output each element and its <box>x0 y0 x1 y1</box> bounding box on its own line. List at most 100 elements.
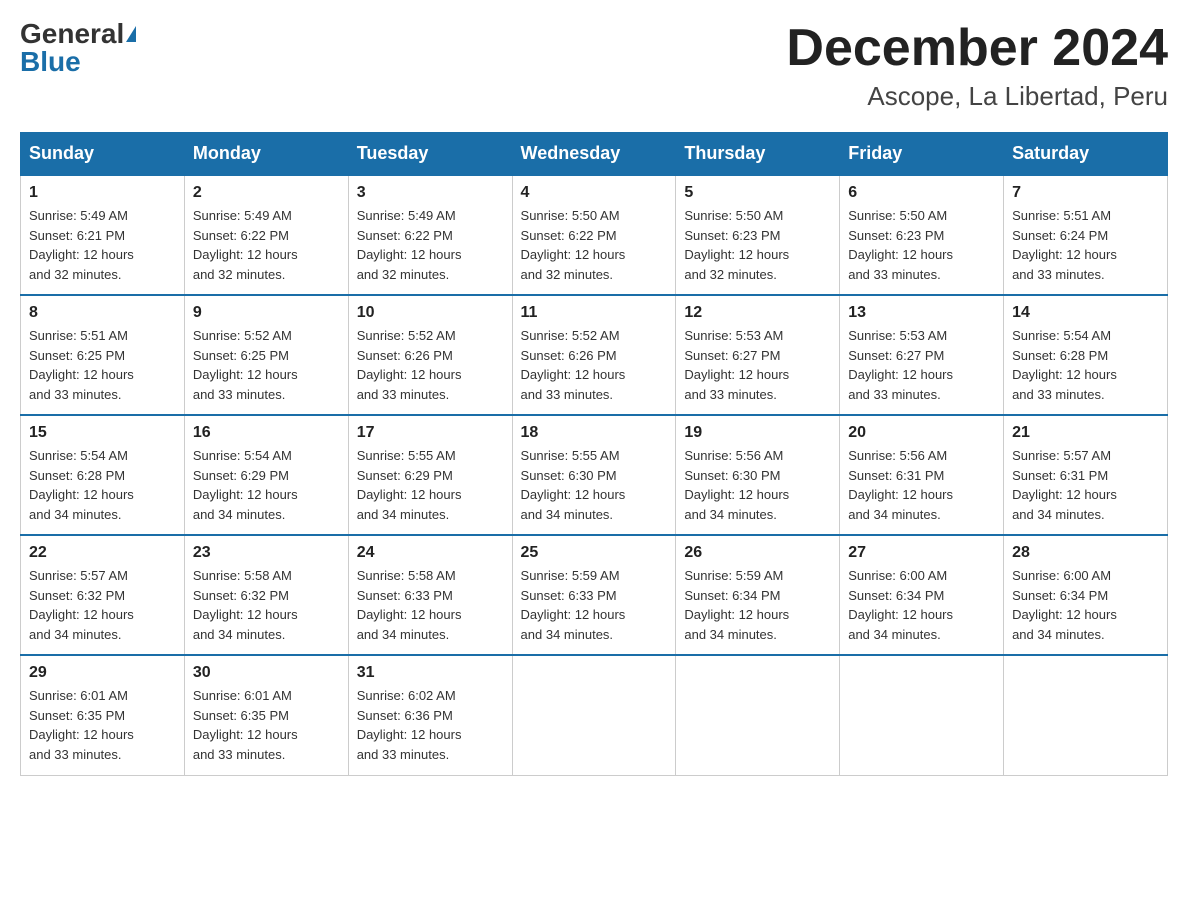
day-info: Sunrise: 6:01 AM Sunset: 6:35 PM Dayligh… <box>193 686 340 764</box>
calendar-cell: 16 Sunrise: 5:54 AM Sunset: 6:29 PM Dayl… <box>184 415 348 535</box>
day-info: Sunrise: 5:51 AM Sunset: 6:24 PM Dayligh… <box>1012 206 1159 284</box>
day-of-week-header: Monday <box>184 133 348 176</box>
day-info: Sunrise: 5:52 AM Sunset: 6:25 PM Dayligh… <box>193 326 340 404</box>
days-of-week-row: SundayMondayTuesdayWednesdayThursdayFrid… <box>21 133 1168 176</box>
day-of-week-header: Saturday <box>1004 133 1168 176</box>
sunset-label: Sunset: 6:25 PM <box>193 348 289 363</box>
calendar-cell: 2 Sunrise: 5:49 AM Sunset: 6:22 PM Dayli… <box>184 175 348 295</box>
calendar-cell <box>1004 655 1168 775</box>
calendar-cell: 14 Sunrise: 5:54 AM Sunset: 6:28 PM Dayl… <box>1004 295 1168 415</box>
day-info: Sunrise: 6:00 AM Sunset: 6:34 PM Dayligh… <box>848 566 995 644</box>
daylight-minutes: and 33 minutes. <box>29 387 122 402</box>
calendar-cell: 25 Sunrise: 5:59 AM Sunset: 6:33 PM Dayl… <box>512 535 676 655</box>
calendar-cell: 3 Sunrise: 5:49 AM Sunset: 6:22 PM Dayli… <box>348 175 512 295</box>
sunrise-label: Sunrise: 5:58 AM <box>357 568 456 583</box>
daylight-label: Daylight: 12 hours <box>848 247 953 262</box>
sunset-label: Sunset: 6:33 PM <box>357 588 453 603</box>
daylight-label: Daylight: 12 hours <box>684 247 789 262</box>
day-number: 15 <box>29 424 176 442</box>
calendar-cell: 9 Sunrise: 5:52 AM Sunset: 6:25 PM Dayli… <box>184 295 348 415</box>
daylight-minutes: and 34 minutes. <box>684 627 777 642</box>
sunset-label: Sunset: 6:34 PM <box>848 588 944 603</box>
sunrise-label: Sunrise: 5:52 AM <box>521 328 620 343</box>
day-info: Sunrise: 5:55 AM Sunset: 6:30 PM Dayligh… <box>521 446 668 524</box>
sunrise-label: Sunrise: 5:49 AM <box>357 208 456 223</box>
sunrise-label: Sunrise: 5:53 AM <box>684 328 783 343</box>
calendar-cell: 27 Sunrise: 6:00 AM Sunset: 6:34 PM Dayl… <box>840 535 1004 655</box>
day-info: Sunrise: 5:49 AM Sunset: 6:22 PM Dayligh… <box>193 206 340 284</box>
sunrise-label: Sunrise: 5:59 AM <box>684 568 783 583</box>
day-number: 8 <box>29 304 176 322</box>
daylight-label: Daylight: 12 hours <box>1012 367 1117 382</box>
title-area: December 2024 Ascope, La Libertad, Peru <box>786 20 1168 112</box>
day-number: 17 <box>357 424 504 442</box>
daylight-label: Daylight: 12 hours <box>29 727 134 742</box>
daylight-minutes: and 32 minutes. <box>521 267 614 282</box>
sunrise-label: Sunrise: 5:50 AM <box>521 208 620 223</box>
calendar-cell <box>840 655 1004 775</box>
sunset-label: Sunset: 6:30 PM <box>684 468 780 483</box>
day-number: 12 <box>684 304 831 322</box>
daylight-label: Daylight: 12 hours <box>193 607 298 622</box>
daylight-label: Daylight: 12 hours <box>1012 487 1117 502</box>
calendar-cell: 12 Sunrise: 5:53 AM Sunset: 6:27 PM Dayl… <box>676 295 840 415</box>
daylight-minutes: and 33 minutes. <box>848 387 941 402</box>
sunset-label: Sunset: 6:32 PM <box>29 588 125 603</box>
logo-triangle-icon <box>126 26 136 42</box>
daylight-label: Daylight: 12 hours <box>193 247 298 262</box>
sunset-label: Sunset: 6:27 PM <box>684 348 780 363</box>
day-number: 24 <box>357 544 504 562</box>
calendar-cell: 20 Sunrise: 5:56 AM Sunset: 6:31 PM Dayl… <box>840 415 1004 535</box>
day-number: 31 <box>357 664 504 682</box>
daylight-label: Daylight: 12 hours <box>1012 607 1117 622</box>
sunset-label: Sunset: 6:31 PM <box>848 468 944 483</box>
daylight-label: Daylight: 12 hours <box>357 247 462 262</box>
daylight-minutes: and 32 minutes. <box>193 267 286 282</box>
day-info: Sunrise: 5:54 AM Sunset: 6:29 PM Dayligh… <box>193 446 340 524</box>
daylight-label: Daylight: 12 hours <box>521 247 626 262</box>
day-number: 23 <box>193 544 340 562</box>
sunset-label: Sunset: 6:23 PM <box>848 228 944 243</box>
logo-general-text: General <box>20 20 124 48</box>
sunset-label: Sunset: 6:35 PM <box>193 708 289 723</box>
sunset-label: Sunset: 6:35 PM <box>29 708 125 723</box>
daylight-label: Daylight: 12 hours <box>684 607 789 622</box>
day-info: Sunrise: 5:50 AM Sunset: 6:23 PM Dayligh… <box>848 206 995 284</box>
sunrise-label: Sunrise: 5:51 AM <box>1012 208 1111 223</box>
sunrise-label: Sunrise: 5:50 AM <box>684 208 783 223</box>
sunrise-label: Sunrise: 5:50 AM <box>848 208 947 223</box>
sunset-label: Sunset: 6:24 PM <box>1012 228 1108 243</box>
day-number: 5 <box>684 184 831 202</box>
calendar-cell: 17 Sunrise: 5:55 AM Sunset: 6:29 PM Dayl… <box>348 415 512 535</box>
day-number: 4 <box>521 184 668 202</box>
sunrise-label: Sunrise: 5:57 AM <box>29 568 128 583</box>
daylight-minutes: and 34 minutes. <box>29 507 122 522</box>
day-number: 29 <box>29 664 176 682</box>
daylight-minutes: and 34 minutes. <box>848 507 941 522</box>
day-of-week-header: Wednesday <box>512 133 676 176</box>
day-info: Sunrise: 5:52 AM Sunset: 6:26 PM Dayligh… <box>357 326 504 404</box>
day-info: Sunrise: 5:52 AM Sunset: 6:26 PM Dayligh… <box>521 326 668 404</box>
calendar-cell: 22 Sunrise: 5:57 AM Sunset: 6:32 PM Dayl… <box>21 535 185 655</box>
day-number: 19 <box>684 424 831 442</box>
sunset-label: Sunset: 6:22 PM <box>357 228 453 243</box>
daylight-minutes: and 32 minutes. <box>29 267 122 282</box>
daylight-label: Daylight: 12 hours <box>357 487 462 502</box>
calendar-cell: 21 Sunrise: 5:57 AM Sunset: 6:31 PM Dayl… <box>1004 415 1168 535</box>
calendar-cell <box>512 655 676 775</box>
daylight-minutes: and 33 minutes. <box>29 747 122 762</box>
daylight-label: Daylight: 12 hours <box>29 367 134 382</box>
daylight-minutes: and 33 minutes. <box>1012 267 1105 282</box>
daylight-minutes: and 34 minutes. <box>193 507 286 522</box>
week-row: 15 Sunrise: 5:54 AM Sunset: 6:28 PM Dayl… <box>21 415 1168 535</box>
day-info: Sunrise: 5:53 AM Sunset: 6:27 PM Dayligh… <box>684 326 831 404</box>
daylight-label: Daylight: 12 hours <box>29 487 134 502</box>
daylight-minutes: and 34 minutes. <box>521 507 614 522</box>
day-info: Sunrise: 5:49 AM Sunset: 6:21 PM Dayligh… <box>29 206 176 284</box>
daylight-label: Daylight: 12 hours <box>193 367 298 382</box>
daylight-minutes: and 32 minutes. <box>684 267 777 282</box>
sunrise-label: Sunrise: 5:56 AM <box>848 448 947 463</box>
sunrise-label: Sunrise: 5:52 AM <box>193 328 292 343</box>
day-number: 25 <box>521 544 668 562</box>
daylight-minutes: and 33 minutes. <box>848 267 941 282</box>
